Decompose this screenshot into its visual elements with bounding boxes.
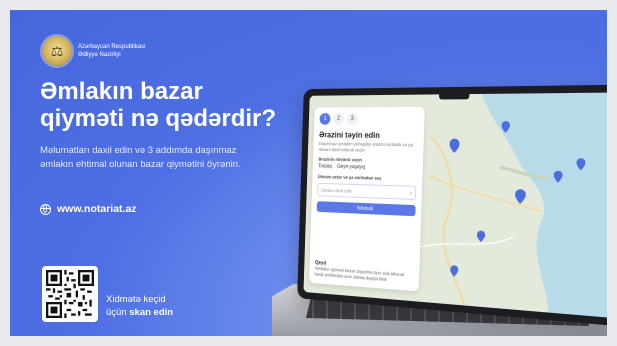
laptop-mockup: 1 2 3 Ərazini təyin edin Daşınmaz əmlakı… bbox=[272, 84, 607, 336]
note: Qeyd Əmlakın qiyməti bazar dəyərinə təsi… bbox=[315, 260, 414, 285]
ministry-name: Azərbaycan Respublikası Ədliyyə Nazirliy… bbox=[78, 43, 146, 59]
address-placeholder: Ünvanı daxil edin bbox=[320, 187, 353, 194]
description: Məlumatları daxil edin və 3 addımda daşı… bbox=[40, 145, 241, 170]
option-nonresidential[interactable]: Geyri-yaşayış bbox=[337, 164, 365, 171]
laptop-lid: 1 2 3 Ərazini təyin edin Daşınmaz əmlakı… bbox=[297, 84, 607, 327]
step-2[interactable]: 2 bbox=[332, 113, 345, 125]
scan-line2-bold: skan edin bbox=[129, 307, 174, 318]
scan-line2: üçün skan edin bbox=[106, 306, 173, 319]
website-link[interactable]: www.notariat.az bbox=[40, 203, 137, 215]
address-hint: Ünvanı axtar və ya xəritədən seç bbox=[317, 174, 382, 181]
scan-line1: Xidmətə keçid bbox=[106, 294, 166, 305]
ministry-logo: ⚖ Azərbaycan Respublikası Ədliyyə Nazirl… bbox=[42, 36, 146, 66]
stepper: 1 2 3 bbox=[314, 107, 425, 129]
search-panel: 1 2 3 Ərazini təyin edin Daşınmaz əmlakı… bbox=[309, 106, 425, 292]
panel-title: Ərazini təyin edin bbox=[318, 130, 381, 140]
step-1[interactable]: 1 bbox=[319, 113, 331, 125]
qr-code-image bbox=[46, 270, 94, 318]
ministry-name-line1: Azərbaycan Respublikası bbox=[78, 44, 146, 50]
coat-of-arms-icon: ⚖ bbox=[42, 36, 72, 66]
scan-line2-prefix: üçün bbox=[106, 307, 130, 318]
promo-banner: ⚖ Azərbaycan Respublikası Ədliyyə Nazirl… bbox=[10, 10, 607, 336]
globe-icon bbox=[40, 203, 51, 215]
option-land[interactable]: Torpaq bbox=[318, 163, 332, 169]
website-url[interactable]: www.notariat.az bbox=[57, 203, 137, 215]
address-input[interactable]: Ünvanı daxil edin ⌕ bbox=[317, 182, 417, 201]
search-icon[interactable]: ⌕ bbox=[410, 190, 413, 195]
step-3[interactable]: 3 bbox=[346, 113, 358, 125]
panel-description: Daşınmaz əmlakın yerləşdiyi ərazini xəri… bbox=[318, 141, 413, 153]
next-button[interactable]: Növbəti bbox=[316, 201, 416, 217]
ministry-name-line2: Ədliyyə Nazirliyi bbox=[78, 52, 121, 58]
laptop-screen: 1 2 3 Ərazini təyin edin Daşınmaz əmlakı… bbox=[303, 92, 607, 318]
camera-notch bbox=[438, 94, 470, 100]
scan-caption: Xidmətə keçid üçün skan edin bbox=[106, 293, 173, 319]
qr-code[interactable] bbox=[42, 266, 98, 322]
